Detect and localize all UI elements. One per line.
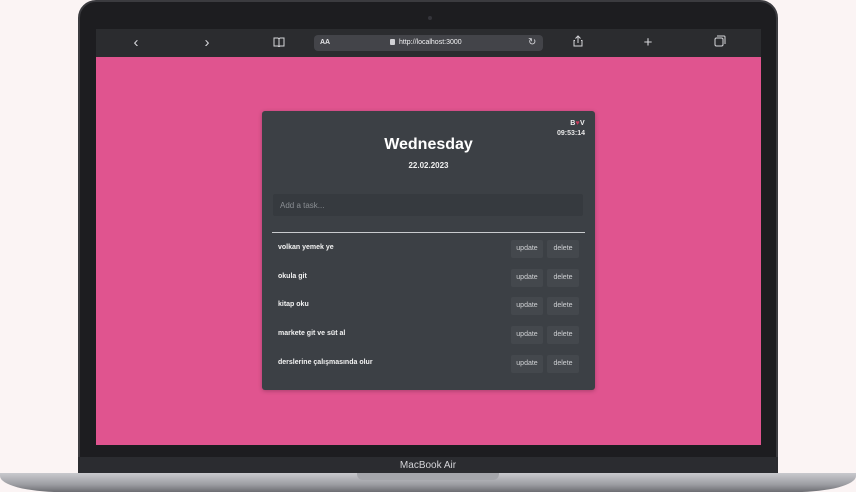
update-button[interactable]: update [511, 240, 543, 258]
tabs-icon[interactable] [710, 34, 730, 52]
date-label: 22.02.2023 [408, 161, 449, 170]
brand-logo: B♥V [570, 120, 585, 127]
task-item: kitap oku update delete [273, 297, 584, 315]
task-input[interactable] [273, 194, 583, 216]
divider [272, 232, 585, 233]
task-label: kitap oku [278, 301, 309, 308]
camera-dot [428, 16, 432, 20]
update-button[interactable]: update [511, 269, 543, 287]
laptop-notch [357, 473, 499, 480]
forward-icon[interactable]: › [197, 34, 217, 52]
text-size-button[interactable]: AA [320, 37, 330, 49]
lock-icon [390, 39, 395, 45]
browser-toolbar: ‹ › AA http://localhost:3000 ↻ + [96, 29, 761, 57]
day-title: Wednesday [384, 136, 473, 153]
task-item: markete git ve süt al update delete [273, 326, 584, 344]
task-item: okula git update delete [273, 269, 584, 287]
task-label: derslerine çalışmasında olur [278, 359, 373, 366]
task-label: volkan yemek ye [278, 244, 334, 251]
browser-screen: ‹ › AA http://localhost:3000 ↻ + B♥V 09:… [96, 29, 761, 445]
update-button[interactable]: update [511, 355, 543, 373]
task-item: derslerine çalışmasında olur update dele… [273, 355, 584, 373]
update-button[interactable]: update [511, 297, 543, 315]
delete-button[interactable]: delete [547, 269, 579, 287]
address-bar[interactable]: AA http://localhost:3000 ↻ [314, 35, 543, 51]
delete-button[interactable]: delete [547, 355, 579, 373]
device-label: MacBook Air [399, 460, 457, 471]
new-tab-icon[interactable]: + [638, 34, 658, 52]
share-icon[interactable] [568, 34, 588, 52]
delete-button[interactable]: delete [547, 297, 579, 315]
delete-button[interactable]: delete [547, 240, 579, 258]
book-icon[interactable] [269, 34, 289, 52]
reload-icon[interactable]: ↻ [528, 35, 536, 51]
task-item: volkan yemek ye update delete [273, 240, 584, 258]
url-text[interactable]: http://localhost:3000 [399, 37, 462, 49]
task-label: okula git [278, 273, 307, 280]
todo-card: B♥V 09:53:14 Wednesday 22.02.2023 volkan… [262, 111, 595, 390]
delete-button[interactable]: delete [547, 326, 579, 344]
task-label: markete git ve süt al [278, 330, 346, 337]
back-icon[interactable]: ‹ [126, 34, 146, 52]
update-button[interactable]: update [511, 326, 543, 344]
